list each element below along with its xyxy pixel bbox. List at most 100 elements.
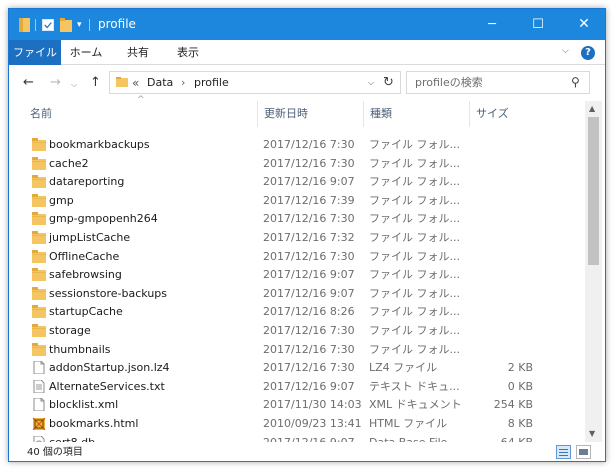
html-file-icon	[32, 417, 46, 430]
file-name: AlternateServices.txt	[49, 379, 165, 393]
file-row[interactable]: storage 2017/12/16 7:30 ファイル フォル...	[9, 321, 585, 340]
file-type: ファイル フォル...	[369, 286, 460, 300]
file-row[interactable]: datareporting 2017/12/16 9:07 ファイル フォル...	[9, 172, 585, 191]
file-name: storage	[49, 324, 91, 337]
folder-icon	[32, 268, 46, 282]
scroll-down-icon[interactable]: ▼	[589, 429, 595, 438]
file-date: 2017/12/16 8:26	[263, 305, 355, 319]
address-bar[interactable]: « Data › profile ⌵ ↻	[109, 71, 401, 94]
scroll-up-icon[interactable]: ▲	[589, 104, 595, 113]
file-date: 2017/12/16 7:30	[263, 342, 355, 356]
vertical-scrollbar[interactable]: ▲ ▼	[585, 101, 602, 442]
file-row[interactable]: jumpListCache 2017/12/16 7:32 ファイル フォル...	[9, 228, 585, 247]
expand-ribbon-icon[interactable]: ⌵	[562, 46, 569, 56]
folder-icon	[32, 231, 46, 244]
file-date: 2010/09/23 13:41	[263, 417, 362, 430]
toolbar-separator	[89, 19, 90, 31]
folder-icon	[32, 156, 46, 170]
file-row[interactable]: bookmarkbackups 2017/12/16 7:30 ファイル フォル..…	[9, 135, 585, 154]
details-view-icon[interactable]	[556, 445, 571, 459]
file-name: gmp-gmpopenh264	[49, 212, 158, 226]
folder-icon	[32, 249, 46, 263]
file-date: 2017/12/16 9:07	[263, 175, 355, 189]
navigation-bar: ← → ⌵ ↑ « Data › profile ⌵ ↻ profileの検索 …	[9, 65, 605, 101]
new-folder-icon[interactable]	[60, 18, 72, 32]
tab-share[interactable]: 共有	[115, 40, 161, 65]
tab-home[interactable]: ホーム	[63, 40, 109, 65]
file-type: ファイル フォル...	[369, 268, 460, 282]
file-type: ファイル フォル...	[369, 175, 460, 189]
file-row[interactable]: gmp 2017/12/16 7:39 ファイル フォル...	[9, 191, 585, 210]
up-arrow-icon[interactable]: ↑	[90, 75, 101, 91]
file-type: ファイル フォル...	[369, 249, 460, 263]
file-date: 2017/12/16 7:30	[263, 249, 355, 263]
folder-icon	[116, 77, 128, 87]
maximize-button[interactable]: ☐	[515, 9, 561, 40]
quick-access-dropdown-icon[interactable]: ▾	[77, 18, 82, 32]
file-row[interactable]: sessionstore-backups 2017/12/16 9:07 ファイル …	[9, 284, 585, 303]
file-date: 2017/12/16 9:07	[263, 379, 355, 393]
window-title: profile	[98, 17, 136, 31]
file-type: XML ドキュメント	[369, 398, 462, 412]
breadcrumb-separator[interactable]: ›	[181, 75, 185, 91]
file-row[interactable]: blocklist.xml 2017/11/30 14:03 XML ドキュメント 2…	[9, 395, 585, 414]
help-icon[interactable]: ?	[581, 46, 595, 60]
search-placeholder[interactable]: profileの検索	[415, 76, 483, 90]
file-row[interactable]: safebrowsing 2017/12/16 9:07 ファイル フォル...	[9, 265, 585, 284]
minimize-button[interactable]: ─	[469, 9, 515, 40]
file-date: 2017/12/16 9:07	[263, 268, 355, 282]
file-row[interactable]: startupCache 2017/12/16 8:26 ファイル フォル...	[9, 302, 585, 321]
tab-file[interactable]: ファイル	[9, 40, 61, 65]
file-date: 2017/12/16 7:30	[263, 138, 355, 151]
file-name: bookmarkbackups	[49, 138, 150, 151]
file-row[interactable]: cache2 2017/12/16 7:30 ファイル フォル...	[9, 154, 585, 173]
file-type: HTML ファイル	[369, 417, 448, 430]
search-icon[interactable]: ⚲	[571, 75, 580, 89]
file-size: 8 KB	[507, 417, 533, 430]
file-name: sessionstore-backups	[49, 286, 167, 300]
file-date: 2017/12/16 7:30	[263, 324, 355, 337]
scrollbar-thumb[interactable]	[588, 117, 599, 265]
column-header-type[interactable]: 種類	[364, 101, 470, 127]
column-header-date[interactable]: 更新日時	[258, 101, 364, 127]
breadcrumb-overflow[interactable]: «	[132, 75, 139, 91]
column-header-size[interactable]: サイズ	[470, 101, 536, 127]
tab-view[interactable]: 表示	[165, 40, 211, 65]
text-file-icon	[33, 379, 45, 393]
breadcrumb-profile[interactable]: profile	[194, 75, 229, 91]
file-date: 2017/12/16 9:07	[263, 286, 355, 300]
file-row[interactable]: thumbnails 2017/12/16 7:30 ファイル フォル...	[9, 340, 585, 359]
file-name: blocklist.xml	[49, 398, 119, 412]
file-row[interactable]: addonStartup.json.lz4 2017/12/16 7:30 LZ4 …	[9, 358, 585, 377]
file-row[interactable]: AlternateServices.txt 2017/12/16 9:07 テキスト…	[9, 377, 585, 396]
large-icons-view-icon[interactable]	[576, 445, 591, 459]
toolbar-separator	[35, 19, 36, 31]
explorer-window: ▾ profile ─ ☐ ✕ ファイル ホーム 共有 表示 ⌵ ? ← → ⌵…	[8, 8, 606, 462]
file-name: cert8.db	[49, 433, 95, 442]
back-arrow-icon[interactable]: ←	[23, 75, 34, 91]
properties-icon[interactable]	[42, 19, 54, 31]
file-row[interactable]: bookmarks.html 2010/09/23 13:41 HTML ファイル 8…	[9, 414, 585, 433]
breadcrumb-data[interactable]: Data	[147, 75, 173, 91]
file-row[interactable]: OfflineCache 2017/12/16 7:30 ファイル フォル...	[9, 247, 585, 266]
file-name: bookmarks.html	[49, 417, 139, 430]
file-size: 2 KB	[507, 361, 533, 375]
file-name: startupCache	[49, 305, 123, 319]
recent-locations-icon[interactable]: ⌵	[71, 77, 77, 93]
search-box[interactable]: profileの検索 ⚲	[406, 71, 590, 94]
file-date: 2017/11/30 14:03	[263, 398, 362, 412]
forward-arrow-icon[interactable]: →	[50, 75, 61, 91]
address-dropdown-icon[interactable]: ⌵	[368, 78, 374, 88]
file-type: ファイル フォル...	[369, 156, 460, 170]
refresh-icon[interactable]: ↻	[383, 75, 394, 90]
folder-icon	[32, 305, 46, 319]
file-icon	[33, 361, 45, 375]
file-row[interactable]: cert8.db 2017/12/16 9:07 Data Base File 64 …	[9, 433, 585, 442]
title-bar: ▾ profile ─ ☐ ✕	[9, 9, 605, 40]
close-button[interactable]: ✕	[561, 9, 605, 40]
file-date: 2017/12/16 7:30	[263, 361, 355, 375]
file-size: 254 KB	[493, 398, 533, 412]
file-row[interactable]: gmp-gmpopenh264 2017/12/16 7:30 ファイル フォル..…	[9, 209, 585, 228]
column-header-name[interactable]: 名前	[24, 101, 258, 127]
file-type: ファイル フォル...	[369, 212, 460, 226]
